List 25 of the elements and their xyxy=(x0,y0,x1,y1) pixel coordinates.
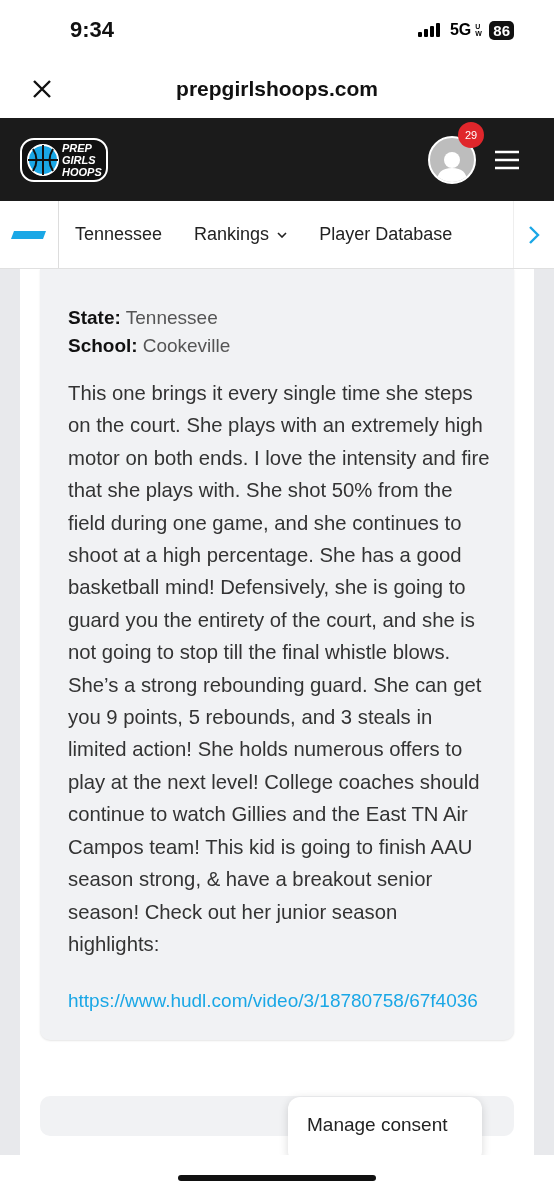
chevron-right-icon[interactable] xyxy=(528,224,540,245)
nav-link[interactable]: Player Database xyxy=(319,224,453,245)
site-logo[interactable]: PREP GIRLS HOOPS xyxy=(20,137,108,182)
signal-icon xyxy=(417,23,442,37)
nav-link[interactable]: Tennessee xyxy=(75,224,163,245)
state-shape-icon[interactable] xyxy=(11,229,47,240)
manage-consent-button[interactable]: Manage consent xyxy=(288,1097,482,1155)
field-label: State: xyxy=(68,307,121,329)
field-value: Cookeville xyxy=(142,335,231,357)
page-domain: prepgirlshoops.com xyxy=(176,77,378,101)
logo-text: GIRLS xyxy=(62,153,97,166)
description-text: This one brings it every single time she steps on the court. She plays with an extremely high motor on both ends. I love the intensity and fire that she plays with. She shot 50% from the field during one game, and she continues to shoot at a high percentage. She has a good basketball mind! Defensively, she is going to guard you the entirety of the court, and she is not going to stop till the final whistle blows. She’s a strong rebounding guard. She can get you 9 points, 5 rebounds, and 3 steals in limited action! She holds numerous offers to play at the next level! College coaches should continue to watch Gillies and the East TN Air Campos team! This kid is going to finish AAU season strong, & have a breakout senior season! Check out her junior season highlights: xyxy=(68,381,491,957)
close-icon[interactable] xyxy=(32,79,52,99)
field-label: School: xyxy=(68,335,138,357)
menu-icon[interactable] xyxy=(494,149,520,170)
battery-level: 86 xyxy=(489,20,514,40)
logo-text: PREP xyxy=(62,141,93,154)
status-time: 9:34 xyxy=(70,17,115,43)
network-label: 5G xyxy=(449,21,472,39)
logo-text: HOOPS xyxy=(62,165,102,178)
person-icon xyxy=(437,149,467,182)
basketball-icon xyxy=(26,142,60,177)
notification-badge: 29 xyxy=(458,121,484,148)
field-value: Tennessee xyxy=(125,307,218,329)
nav-link[interactable]: Rankings xyxy=(194,224,288,245)
